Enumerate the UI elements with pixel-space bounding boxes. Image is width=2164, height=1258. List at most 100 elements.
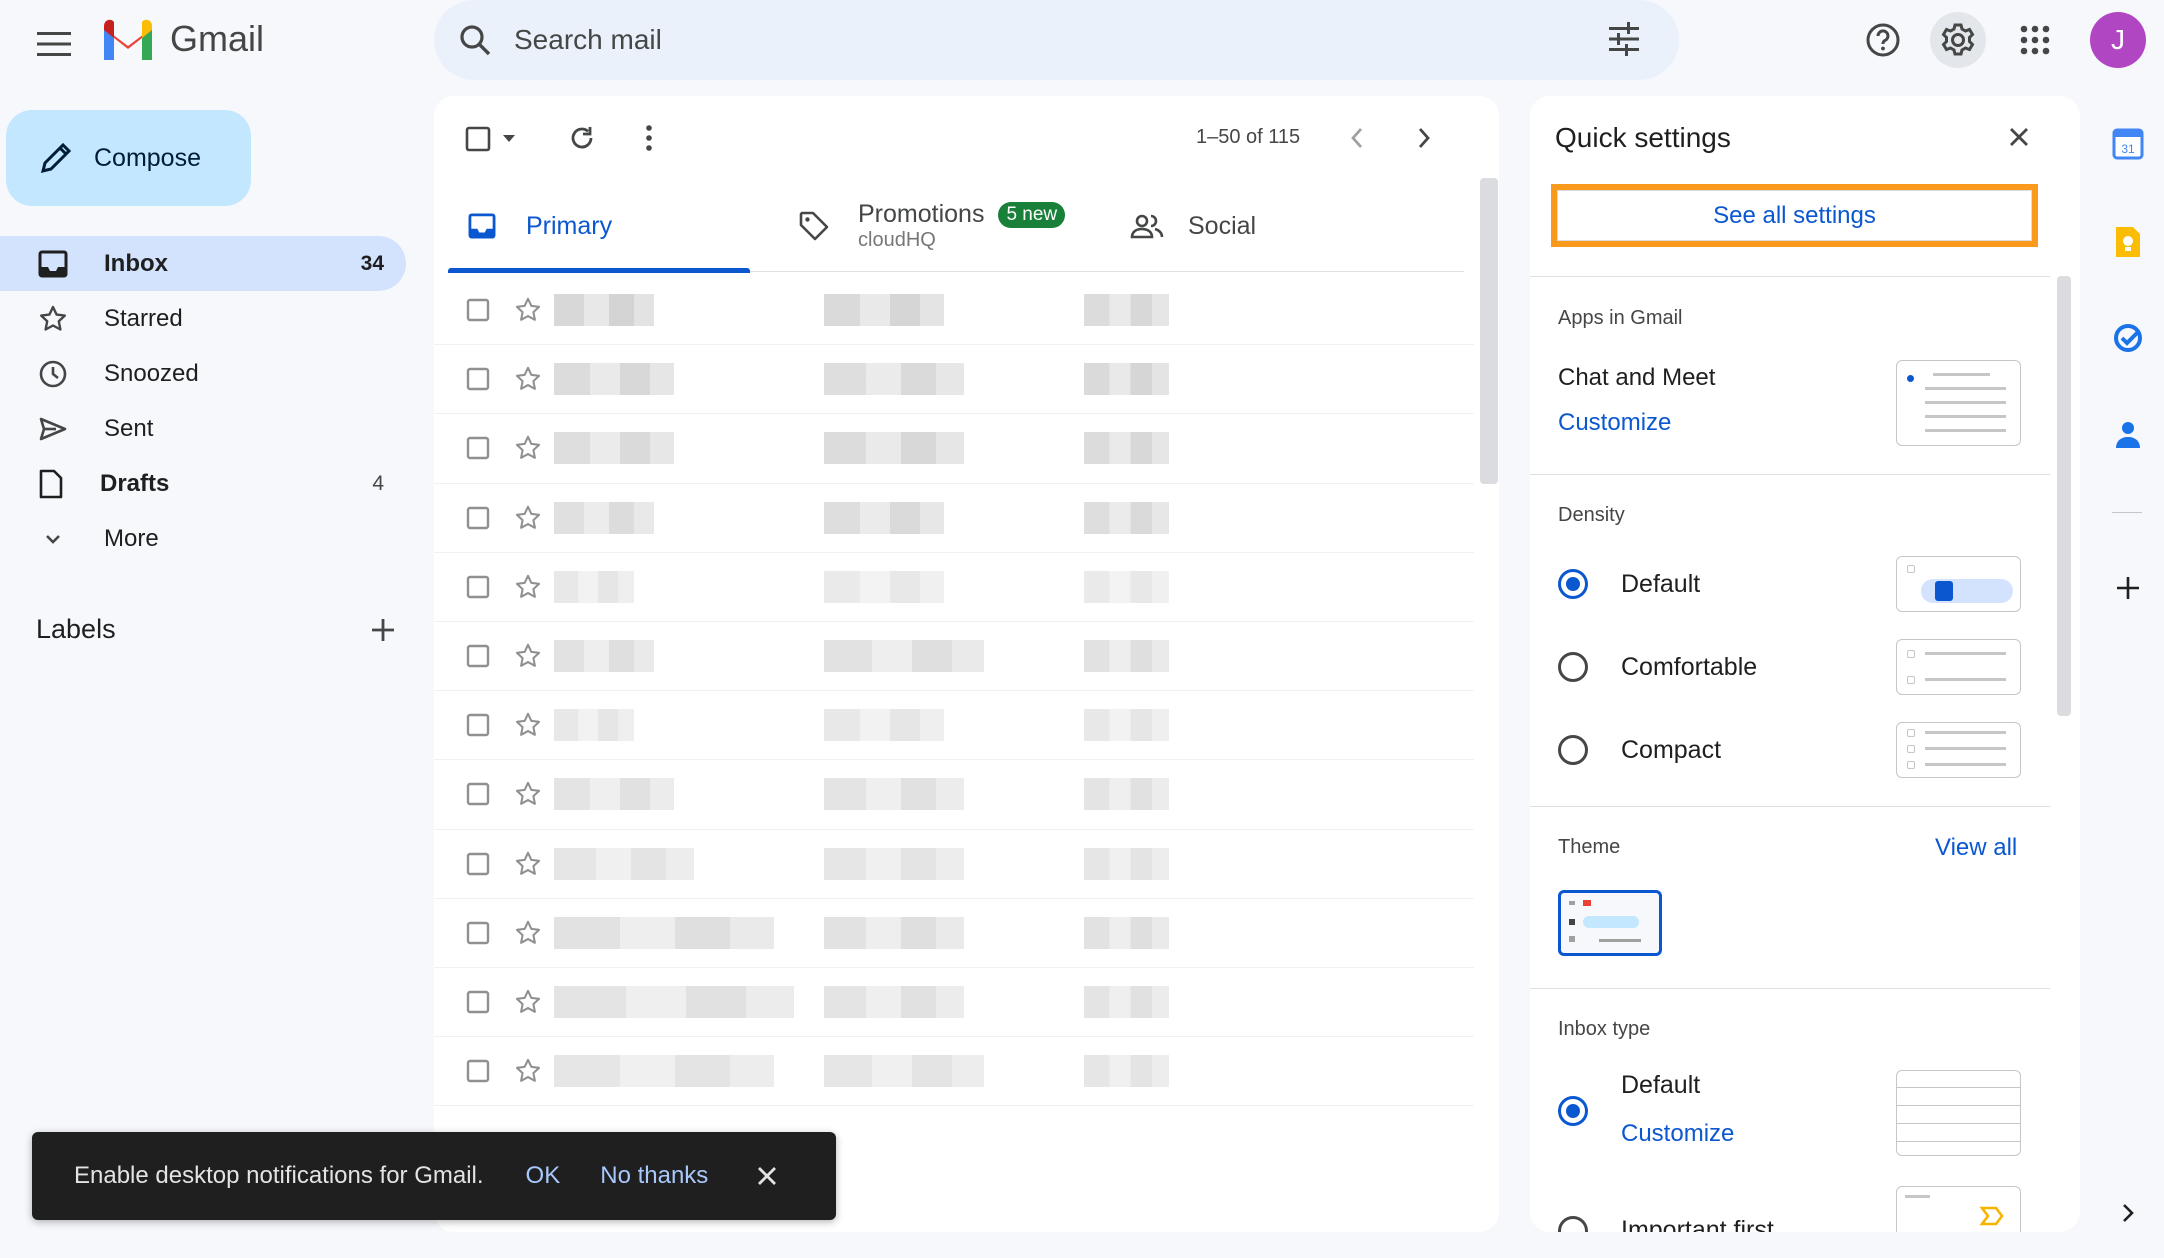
table-row[interactable] (434, 1037, 1474, 1107)
star-icon[interactable] (514, 1057, 542, 1085)
tab-promotions[interactable]: Promotions 5 new cloudHQ (798, 180, 1098, 272)
redacted-content (1084, 294, 1169, 326)
table-row[interactable] (434, 553, 1474, 622)
tab-label: Social (1188, 211, 1257, 240)
redacted-content (824, 363, 964, 396)
google-apps-button[interactable] (2007, 12, 2063, 68)
settings-button[interactable] (1930, 12, 1986, 68)
rail-divider (2112, 512, 2142, 513)
table-row[interactable] (434, 414, 1474, 484)
labels-title: Labels (36, 614, 116, 644)
sidebar-item-snoozed[interactable]: Snoozed (0, 346, 406, 401)
settings-scrollbar[interactable] (2057, 276, 2071, 716)
redacted-content (824, 432, 964, 465)
inbox-type-customize-link[interactable]: Customize (1621, 1120, 1734, 1148)
table-row[interactable] (434, 484, 1474, 553)
table-row[interactable] (434, 345, 1474, 415)
table-row[interactable] (434, 830, 1474, 899)
star-icon[interactable] (514, 919, 542, 947)
keep-app-button[interactable] (2110, 224, 2146, 260)
star-icon[interactable] (514, 365, 542, 393)
row-checkbox[interactable] (466, 506, 490, 530)
tab-label: Primary (526, 211, 613, 240)
row-checkbox[interactable] (466, 436, 490, 460)
star-icon[interactable] (514, 504, 542, 532)
sidebar-item-starred[interactable]: Starred (0, 291, 406, 346)
star-icon[interactable] (514, 988, 542, 1016)
support-button[interactable] (1855, 12, 1911, 68)
table-row[interactable] (434, 968, 1474, 1038)
select-dropdown-icon[interactable] (502, 133, 516, 143)
sidebar-item-sent[interactable]: Sent (0, 401, 406, 456)
search-icon[interactable] (458, 23, 492, 57)
compose-button[interactable]: Compose (6, 110, 251, 206)
search-input[interactable]: Search mail (514, 24, 662, 56)
star-icon[interactable] (514, 434, 542, 462)
svg-text:31: 31 (2121, 142, 2135, 156)
new-count-badge: 5 new (998, 201, 1066, 228)
row-checkbox[interactable] (466, 852, 490, 876)
hide-side-panel-button[interactable] (2110, 1195, 2146, 1231)
tab-primary[interactable]: Primary (448, 180, 750, 273)
newer-page-icon[interactable] (1349, 126, 1365, 150)
list-scrollbar[interactable] (1480, 178, 1498, 484)
row-checkbox[interactable] (466, 713, 490, 737)
older-page-icon[interactable] (1416, 126, 1432, 150)
contacts-app-button[interactable] (2110, 417, 2146, 453)
send-icon (39, 417, 67, 440)
view-all-themes-link[interactable]: View all (1935, 834, 2017, 862)
star-icon[interactable] (514, 850, 542, 878)
row-checkbox[interactable] (466, 575, 490, 599)
select-all-checkbox[interactable] (465, 126, 491, 152)
star-icon (40, 305, 66, 331)
redacted-content (824, 985, 964, 1018)
row-checkbox[interactable] (466, 298, 490, 322)
list-toolbar: 1–50 of 115 (434, 96, 1499, 180)
inbox-type-important-radio[interactable] (1558, 1216, 1588, 1232)
table-row[interactable] (434, 760, 1474, 830)
main-menu-button[interactable] (30, 20, 78, 68)
row-checkbox[interactable] (466, 1059, 490, 1083)
star-icon[interactable] (514, 780, 542, 808)
table-row[interactable] (434, 622, 1474, 692)
search-bar[interactable]: Search mail (434, 0, 1679, 80)
app-name: Gmail (170, 18, 265, 59)
search-options-icon[interactable] (1607, 22, 1641, 56)
inbox-type-default-radio[interactable] (1558, 1096, 1588, 1126)
snackbar-no-thanks-button[interactable]: No thanks (600, 1162, 708, 1190)
star-icon[interactable] (514, 296, 542, 324)
refresh-icon[interactable] (568, 124, 596, 152)
row-checkbox[interactable] (466, 990, 490, 1014)
table-row[interactable] (434, 276, 1474, 346)
apps-customize-link[interactable]: Customize (1558, 409, 1671, 437)
density-default-radio[interactable] (1558, 569, 1588, 599)
row-checkbox[interactable] (466, 367, 490, 391)
tab-social[interactable]: Social (1130, 180, 1430, 272)
more-options-icon[interactable] (645, 124, 653, 152)
close-icon[interactable] (756, 1165, 778, 1187)
star-icon[interactable] (514, 711, 542, 739)
star-icon[interactable] (514, 642, 542, 670)
get-addons-button[interactable] (2110, 570, 2146, 606)
theme-preview[interactable] (1558, 890, 1662, 956)
snackbar-ok-button[interactable]: OK (526, 1162, 561, 1190)
account-avatar[interactable]: J (2090, 12, 2146, 68)
density-comfortable-radio[interactable] (1558, 652, 1588, 682)
sidebar-item-drafts[interactable]: Drafts 4 (0, 456, 406, 511)
sidebar-item-inbox[interactable]: Inbox 34 (0, 236, 406, 291)
sidebar-item-more[interactable]: More (0, 511, 406, 566)
row-checkbox[interactable] (466, 644, 490, 668)
density-compact-radio[interactable] (1558, 735, 1588, 765)
row-checkbox[interactable] (466, 921, 490, 945)
table-row[interactable] (434, 691, 1474, 761)
add-label-icon[interactable] (370, 617, 396, 643)
inbox-icon (38, 250, 68, 277)
see-all-settings-button[interactable]: See all settings (1551, 184, 2038, 247)
row-checkbox[interactable] (466, 782, 490, 806)
table-row[interactable] (434, 899, 1474, 968)
close-icon[interactable] (2008, 126, 2030, 148)
star-icon[interactable] (514, 573, 542, 601)
calendar-app-button[interactable]: 31 (2110, 126, 2146, 162)
tasks-app-button[interactable] (2110, 320, 2146, 356)
gmail-logo[interactable]: Gmail (100, 18, 264, 60)
